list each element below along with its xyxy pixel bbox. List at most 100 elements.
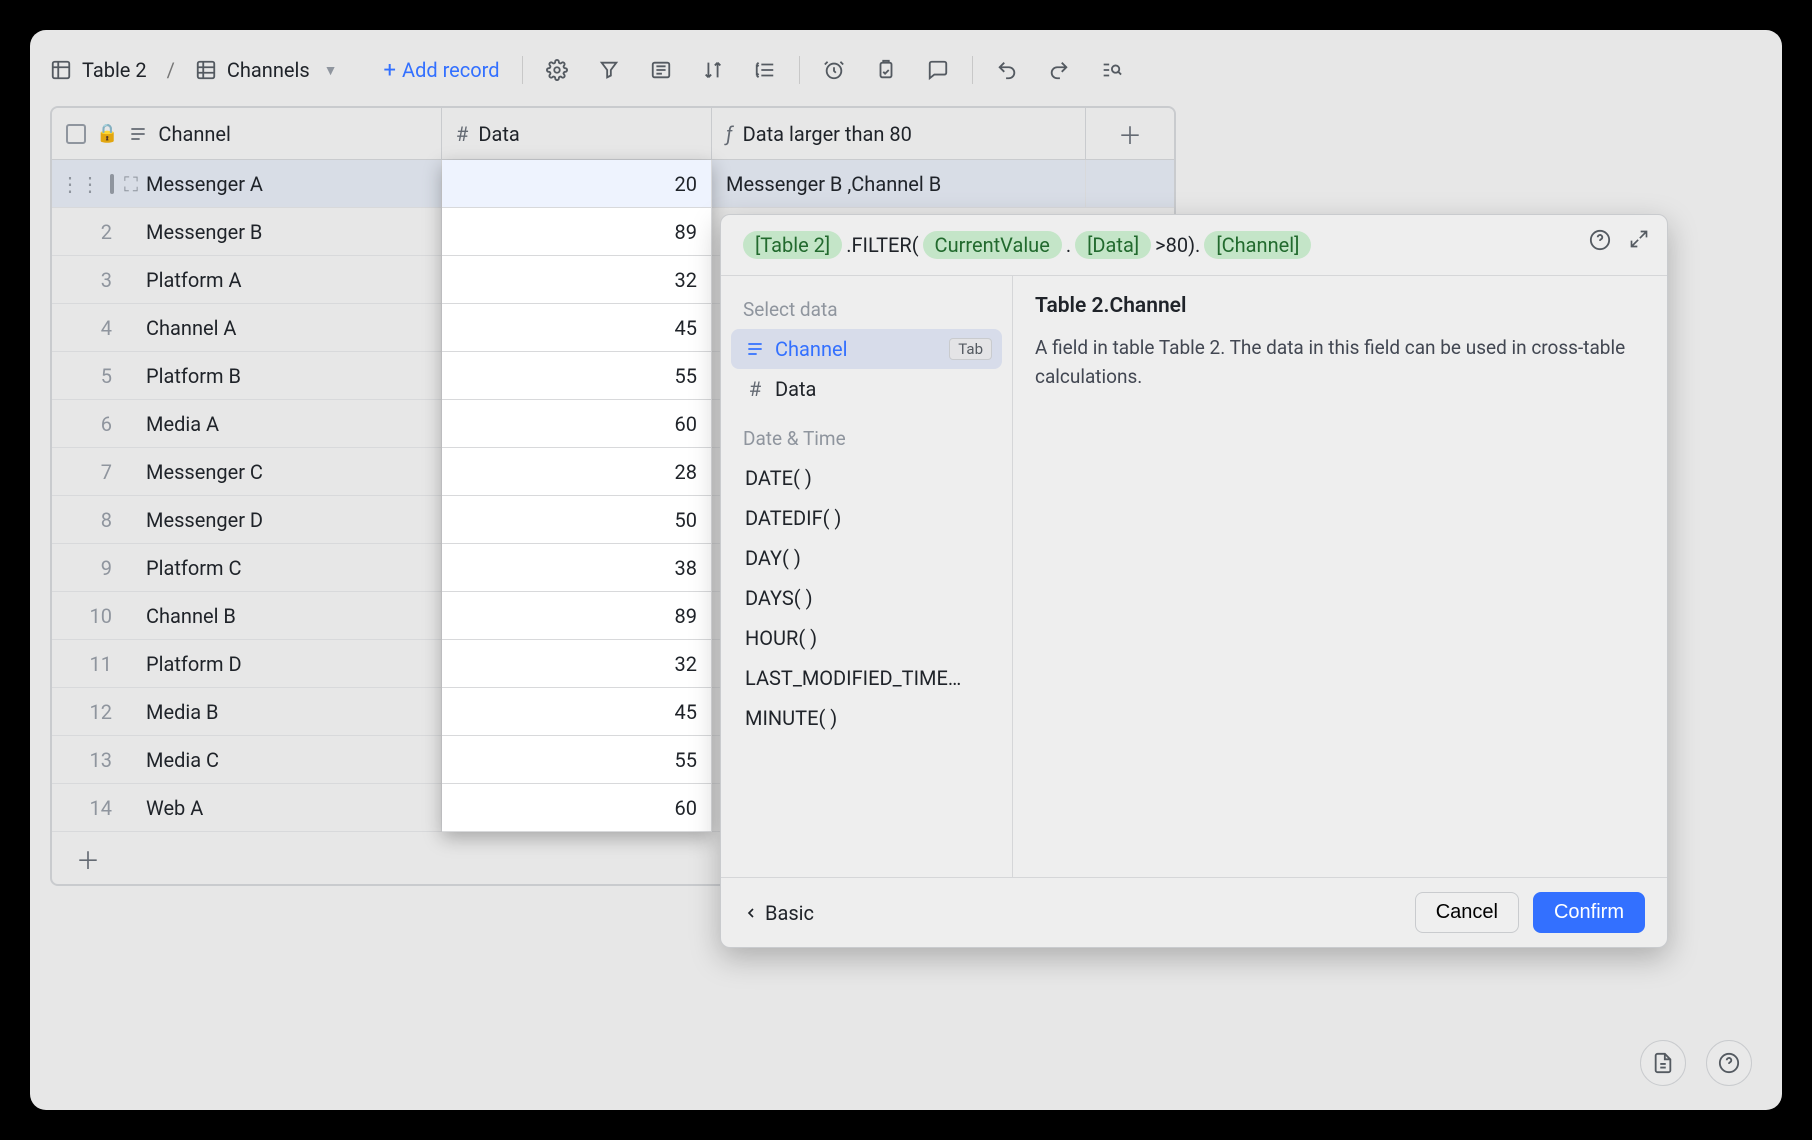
cell-formula-result[interactable]: Messenger B ,Channel B (712, 160, 1086, 207)
undo-icon[interactable] (995, 58, 1019, 82)
cell-data[interactable]: 60 (442, 400, 712, 447)
sort-icon[interactable] (701, 58, 725, 82)
clipboard-icon[interactable] (874, 58, 898, 82)
filter-icon[interactable] (597, 58, 621, 82)
row-gutter[interactable]: 2 (52, 208, 132, 255)
help-description: A field in table Table 2. The data in th… (1035, 334, 1645, 391)
row-gutter[interactable]: 7 (52, 448, 132, 495)
expand-icon[interactable] (1629, 229, 1649, 251)
picker-option-function[interactable]: DAYS( ) (731, 578, 1002, 618)
row-gutter[interactable]: 9 (52, 544, 132, 591)
cell-channel[interactable]: Media B (132, 688, 442, 735)
plus-icon: ＋ (1118, 116, 1142, 151)
toolbar-divider (799, 56, 800, 84)
picker-group-label: Date & Time (727, 419, 1006, 458)
row-gutter[interactable]: 5 (52, 352, 132, 399)
row-gutter[interactable]: 10 (52, 592, 132, 639)
col-header-label: Data (478, 122, 519, 146)
cell-channel[interactable]: Channel A (132, 304, 442, 351)
picker-option-function[interactable]: DATEDIF( ) (731, 498, 1002, 538)
table-crumb[interactable]: Table 2 (50, 58, 147, 82)
cell-channel[interactable]: Platform C (132, 544, 442, 591)
cell-data[interactable]: 89 (442, 592, 712, 639)
row-gutter[interactable]: 11 (52, 640, 132, 687)
row-gutter[interactable]: 8 (52, 496, 132, 543)
picker-option-data[interactable]: # Data (731, 369, 1002, 409)
row-height-icon[interactable] (753, 58, 777, 82)
table-name-label: Table 2 (82, 58, 147, 82)
back-to-basic-button[interactable]: Basic (743, 901, 814, 925)
table-row[interactable]: ⋮⋮⛶Messenger A20Messenger B ,Channel B (52, 160, 1174, 208)
toolbar: Table 2 / Channels ▼ + Add record (50, 44, 1762, 96)
select-all-checkbox[interactable] (66, 124, 86, 144)
add-column-button[interactable]: ＋ (1086, 108, 1174, 159)
cell-data[interactable]: 38 (442, 544, 712, 591)
row-gutter[interactable]: ⋮⋮⛶ (52, 160, 132, 207)
cell-channel[interactable]: Media C (132, 736, 442, 783)
group-icon[interactable] (649, 58, 673, 82)
cell-data[interactable]: 55 (442, 736, 712, 783)
row-gutter[interactable]: 6 (52, 400, 132, 447)
help-float-button[interactable] (1706, 1040, 1752, 1086)
row-gutter[interactable]: 13 (52, 736, 132, 783)
col-header-label: Channel (158, 122, 230, 146)
cell-data[interactable]: 32 (442, 256, 712, 303)
cell-channel[interactable]: Platform A (132, 256, 442, 303)
cell-channel[interactable]: Media A (132, 400, 442, 447)
picker-option-function[interactable]: HOUR( ) (731, 618, 1002, 658)
gear-icon[interactable] (545, 58, 569, 82)
cell-channel[interactable]: Channel B (132, 592, 442, 639)
cell-channel[interactable]: Messenger D (132, 496, 442, 543)
cell-channel[interactable]: Platform B (132, 352, 442, 399)
view-crumb[interactable]: Channels ▼ (195, 58, 338, 82)
cell-data[interactable]: 28 (442, 448, 712, 495)
toolbar-divider (522, 56, 523, 84)
help-icon[interactable] (1589, 229, 1611, 251)
comment-icon[interactable] (926, 58, 950, 82)
redo-icon[interactable] (1047, 58, 1071, 82)
picker-option-function[interactable]: MINUTE( ) (731, 698, 1002, 738)
search-icon[interactable] (1099, 58, 1123, 82)
col-header-formula[interactable]: ƒ Data larger than 80 (712, 108, 1086, 159)
back-label: Basic (765, 901, 814, 925)
cancel-button[interactable]: Cancel (1415, 892, 1519, 933)
row-checkbox[interactable] (110, 174, 114, 194)
col-header-channel[interactable]: 🔒 Channel (52, 108, 442, 159)
row-gutter[interactable]: 3 (52, 256, 132, 303)
hash-icon: # (745, 377, 765, 401)
row-gutter[interactable]: 4 (52, 304, 132, 351)
cell-data[interactable]: 60 (442, 784, 712, 831)
formula-input[interactable]: [Table 2] .FILTER( CurrentValue . [Data]… (721, 215, 1667, 276)
cell-data[interactable]: 89 (442, 208, 712, 255)
lock-icon: 🔒 (96, 123, 118, 144)
picker-option-function[interactable]: DAY( ) (731, 538, 1002, 578)
picker-option-channel[interactable]: Channel Tab (731, 329, 1002, 369)
tab-hint-chip: Tab (949, 338, 992, 360)
cell-channel[interactable]: Messenger B (132, 208, 442, 255)
confirm-button[interactable]: Confirm (1533, 892, 1645, 933)
cell-channel[interactable]: Platform D (132, 640, 442, 687)
cell-data[interactable]: 45 (442, 688, 712, 735)
function-icon: ƒ (726, 122, 733, 146)
cell-data[interactable]: 32 (442, 640, 712, 687)
doc-float-button[interactable] (1640, 1040, 1686, 1086)
col-header-data[interactable]: # Data (442, 108, 712, 159)
picker-option-function[interactable]: DATE( ) (731, 458, 1002, 498)
cell-channel[interactable]: Messenger C (132, 448, 442, 495)
row-gutter[interactable]: 12 (52, 688, 132, 735)
drag-handle-icon[interactable]: ⋮⋮ (60, 172, 100, 196)
add-row-button[interactable]: ＋ (76, 841, 100, 876)
reminder-icon[interactable] (822, 58, 846, 82)
cell-channel[interactable]: Messenger A (132, 160, 442, 207)
row-gutter[interactable]: 14 (52, 784, 132, 831)
formula-token-table: [Table 2] (743, 231, 842, 259)
cell-data[interactable]: 20 (442, 160, 712, 207)
cell-channel[interactable]: Web A (132, 784, 442, 831)
cell-data[interactable]: 45 (442, 304, 712, 351)
formula-token-channel: [Channel] (1204, 231, 1311, 259)
add-record-button[interactable]: + Add record (384, 58, 500, 83)
cell-data[interactable]: 50 (442, 496, 712, 543)
picker-option-function[interactable]: LAST_MODIFIED_TIME… (731, 658, 1002, 698)
breadcrumb-separator: / (167, 58, 175, 82)
cell-data[interactable]: 55 (442, 352, 712, 399)
